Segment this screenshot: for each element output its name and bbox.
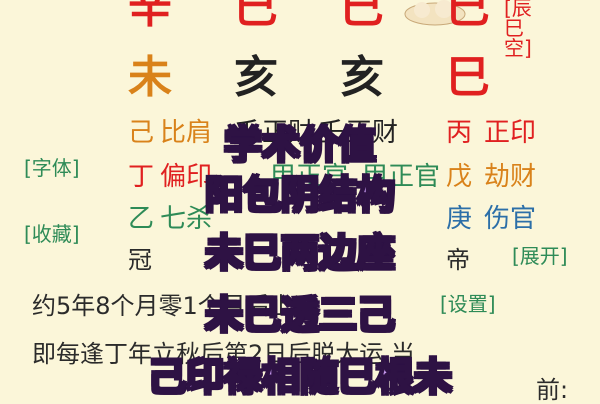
overlay-caption-line-1: 学术价值 — [223, 123, 377, 167]
hour-branch: 巳 — [446, 52, 490, 103]
overlay-caption-line-5: 己印禄相随巳根未 — [147, 355, 453, 399]
year-branch: 未 — [128, 52, 172, 103]
overlay-caption-line-4: 未巳透三己 — [204, 293, 396, 337]
overlay-caption-line-2: 阳包阴结构 — [204, 173, 396, 217]
month-stem: 巳 — [234, 0, 278, 33]
day-stem: 巳 — [340, 0, 384, 33]
year-stem: 辛 — [128, 0, 172, 33]
overlay-caption-line-3: 未巳两边座 — [204, 231, 396, 275]
day-branch: 亥 — [340, 52, 384, 103]
month-branch: 亥 — [234, 52, 278, 103]
void-label: [辰巳空] — [504, 0, 532, 60]
hour-stem: 巳 — [446, 0, 490, 33]
